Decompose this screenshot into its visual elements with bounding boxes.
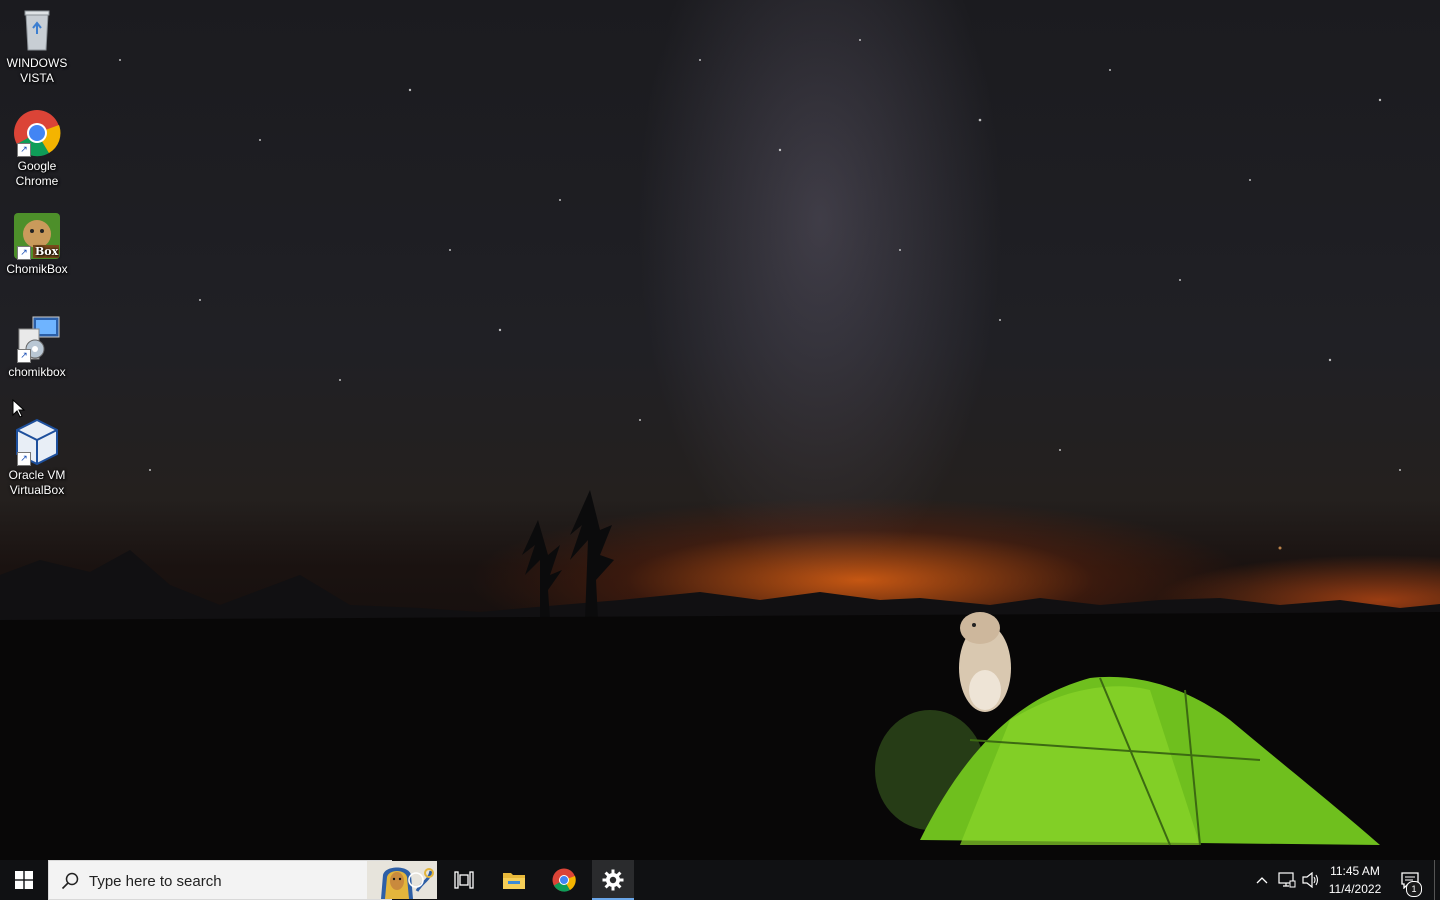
chrome-icon: ↗ [13, 109, 61, 157]
desktop-icon-label: WINDOWS VISTA [6, 56, 68, 85]
desktop-icon-label: ChomikBox [6, 262, 68, 276]
cortana-button[interactable] [392, 860, 440, 900]
wallpaper-scene [0, 39, 1440, 860]
search-box[interactable]: Type here to search [48, 860, 437, 900]
windows-logo-icon [15, 871, 33, 889]
chomikbox-icon: Box ↗ [13, 212, 61, 260]
installer-icon: ↗ [13, 315, 61, 363]
task-view-icon [454, 871, 474, 889]
taskbar: Type here to search 11:45 AM 11/4/2022 [0, 860, 1440, 900]
desktop-icon-google-chrome[interactable]: ↗ Google Chrome [4, 109, 70, 189]
desktop-icon-chomikbox[interactable]: Box ↗ ChomikBox [4, 212, 70, 277]
desktop-icon-recycle-bin[interactable]: WINDOWS VISTA [4, 6, 70, 86]
file-explorer-button[interactable] [490, 860, 538, 900]
notification-count-badge: 1 [1406, 881, 1422, 897]
network-button[interactable] [1276, 860, 1298, 900]
clock-time: 11:45 AM [1330, 864, 1380, 878]
clock-button[interactable]: 11:45 AM 11/4/2022 [1322, 860, 1388, 900]
desktop-icon-chomikbox-installer[interactable]: ↗ chomikbox [4, 315, 70, 380]
cortana-icon [408, 872, 424, 888]
volume-button[interactable] [1300, 860, 1322, 900]
shortcut-arrow-icon: ↗ [17, 246, 31, 260]
settings-taskbar-button[interactable] [592, 860, 634, 900]
shortcut-arrow-icon: ↗ [17, 349, 31, 363]
search-icon [61, 872, 79, 890]
clock-date: 11/4/2022 [1328, 882, 1382, 896]
start-button[interactable] [0, 860, 48, 900]
desktop-icon-label: Oracle VM VirtualBox [8, 468, 66, 497]
chrome-icon [552, 868, 576, 892]
desktop-icon-label: Google Chrome [15, 159, 59, 188]
shortcut-arrow-icon: ↗ [17, 452, 31, 466]
virtualbox-icon: ↗ [13, 418, 61, 466]
chrome-taskbar-button[interactable] [540, 860, 588, 900]
shortcut-arrow-icon: ↗ [17, 143, 31, 157]
recycle-bin-icon [13, 6, 61, 54]
desktop-icon-label: chomikbox [8, 365, 66, 379]
volume-icon [1302, 872, 1319, 888]
chevron-up-icon [1256, 877, 1268, 884]
search-placeholder: Type here to search [89, 873, 222, 890]
mouse-cursor-icon [12, 399, 26, 418]
network-icon [1278, 872, 1296, 888]
desktop-wallpaper [0, 0, 1440, 860]
show-desktop-button[interactable] [1434, 860, 1440, 900]
chomikbox-badge-text: Box [35, 245, 59, 258]
desktop-icon-oracle-vm-virtualbox[interactable]: ↗ Oracle VM VirtualBox [4, 418, 70, 498]
file-explorer-icon [503, 873, 525, 889]
show-hidden-icons-button[interactable] [1252, 860, 1272, 900]
settings-icon [602, 869, 624, 891]
task-view-button[interactable] [440, 860, 488, 900]
